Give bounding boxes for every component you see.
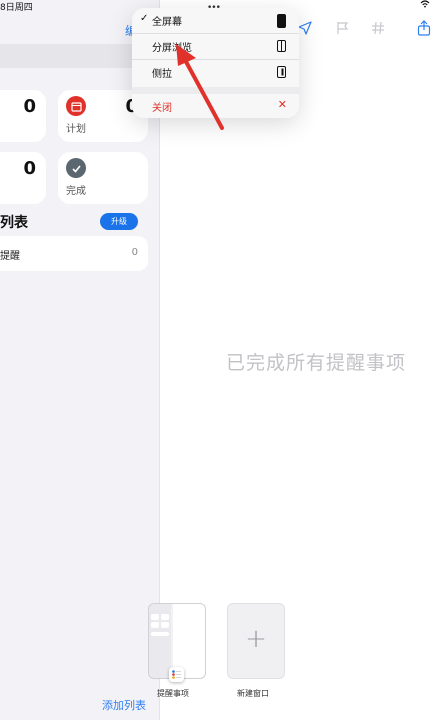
new-window-caption: 新建窗口 — [237, 689, 269, 698]
plus-icon: + — [245, 624, 267, 654]
thumbnail-card — [151, 614, 159, 620]
thumbnail-card — [161, 622, 169, 628]
reminders-app-icon — [169, 667, 184, 682]
new-window-button[interactable]: + — [227, 603, 285, 679]
thumbnail-row — [151, 632, 169, 636]
thumbnail-card — [161, 614, 169, 620]
window-caption: 提醒事项 — [157, 689, 189, 698]
thumbnail-card — [151, 622, 159, 628]
annotation-arrow-icon — [176, 44, 224, 130]
